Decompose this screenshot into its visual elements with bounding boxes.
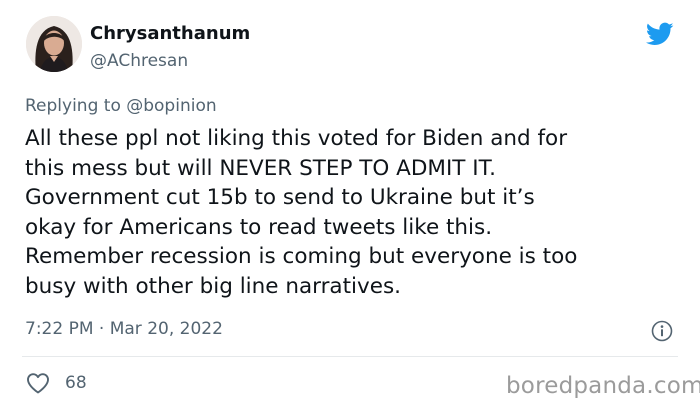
tweet-timestamp[interactable]: 7:22 PM · Mar 20, 2022 — [25, 319, 223, 339]
replying-to[interactable]: Replying to @bopinion — [25, 96, 217, 116]
divider — [22, 356, 678, 357]
display-name[interactable]: Chrysanthanum — [90, 23, 250, 44]
info-icon[interactable] — [651, 320, 673, 342]
tweet-text: All these ppl not liking this voted for … — [25, 126, 578, 299]
user-handle[interactable]: @AChresan — [90, 51, 188, 71]
like-button[interactable]: 68 — [25, 371, 87, 395]
twitter-bird-icon[interactable] — [644, 20, 676, 48]
avatar-image — [26, 16, 82, 72]
avatar[interactable] — [26, 16, 82, 72]
like-count: 68 — [65, 373, 87, 393]
boredpanda-watermark: boredpanda.com — [506, 373, 700, 399]
heart-icon — [27, 373, 49, 394]
